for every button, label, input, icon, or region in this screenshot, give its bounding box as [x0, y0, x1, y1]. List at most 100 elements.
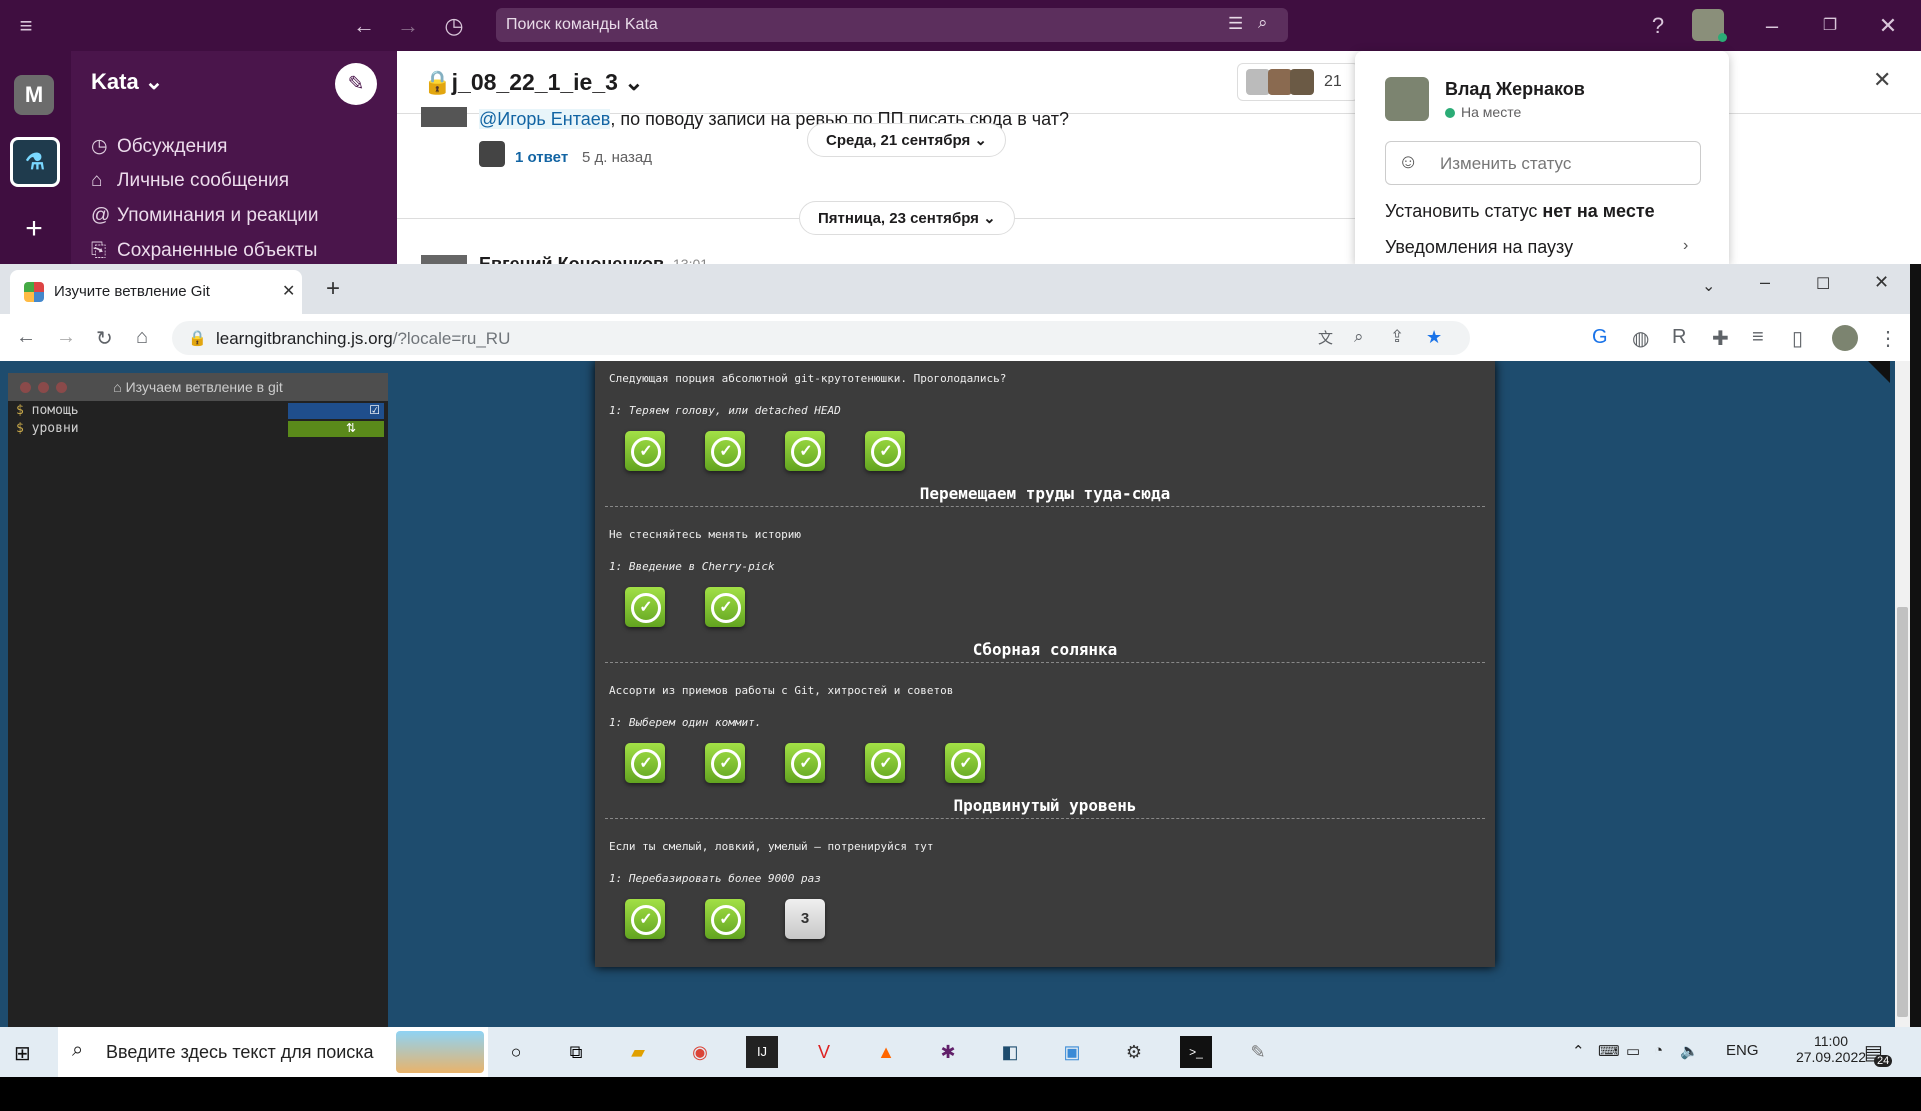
pause-notifications-item[interactable]: Уведомления на паузу	[1385, 237, 1573, 258]
level-completed-button[interactable]: ✓	[625, 743, 665, 783]
taskbar-search-input[interactable]: ⌕ Введите здесь текст для поиска	[58, 1027, 488, 1077]
help-icon[interactable]: ?	[1638, 0, 1678, 51]
level-completed-button[interactable]: ✓	[865, 743, 905, 783]
sidebar-item-saved[interactable]: ⎘ Сохраненные объекты	[91, 240, 317, 262]
remote-desktop-icon[interactable]: ▣	[1056, 1036, 1088, 1068]
r-extension-icon[interactable]: R	[1672, 326, 1686, 349]
back-icon[interactable]: ←	[16, 326, 36, 349]
start-icon[interactable]: ⊞	[14, 1041, 31, 1066]
replies-link[interactable]: 1 ответ	[515, 149, 568, 166]
level-completed-button[interactable]: ✓	[705, 431, 745, 471]
author-avatar[interactable]	[421, 255, 467, 264]
level-completed-button[interactable]: ✓	[785, 431, 825, 471]
extensions-icon[interactable]: ✚	[1712, 326, 1729, 351]
author-avatar[interactable]	[421, 107, 467, 127]
clock[interactable]: 11:00 27.09.2022	[1790, 1033, 1872, 1065]
reload-icon[interactable]: ↻	[96, 326, 113, 351]
scrollbar-thumb[interactable]	[1897, 607, 1908, 1017]
level-completed-button[interactable]: ✓	[705, 899, 745, 939]
tray-app-icon[interactable]: ⌨	[1598, 1042, 1620, 1060]
vertical-scrollbar[interactable]	[1895, 361, 1910, 1027]
tab-search-icon[interactable]: ⌄	[1702, 276, 1715, 296]
back-arrow-icon[interactable]: ←	[344, 0, 384, 51]
vlc-icon[interactable]: ▲	[870, 1036, 902, 1068]
level-completed-button[interactable]: ✓	[865, 431, 905, 471]
level-completed-button[interactable]: ✓	[785, 743, 825, 783]
globe-extension-icon[interactable]: ◍	[1632, 326, 1649, 351]
battery-icon[interactable]: ▭	[1626, 1042, 1640, 1060]
sidebar-item-mentions[interactable]: @ Упоминания и реакции	[91, 205, 319, 227]
cortana-icon[interactable]: ○	[500, 1036, 532, 1068]
sidebar-item-dms[interactable]: ⌂ Личные сообщения	[91, 170, 289, 192]
history-icon[interactable]: ◷	[434, 0, 474, 51]
forward-arrow-icon[interactable]: →	[388, 0, 428, 51]
tray-chevron-icon[interactable]: ⌃	[1572, 1042, 1585, 1060]
slack-search-input[interactable]: Поиск команды Kata ☰ ⌕	[496, 8, 1288, 42]
close-panel-icon[interactable]: ✕	[1873, 67, 1891, 93]
slack-icon[interactable]: ✱	[932, 1036, 964, 1068]
settings-icon[interactable]: ⚙	[1118, 1036, 1150, 1068]
level-completed-button[interactable]: ✓	[705, 587, 745, 627]
tab-learngitbranching[interactable]: Изучите ветвление Git ✕	[10, 270, 302, 314]
sidebar-item-threads[interactable]: ◷ Обсуждения	[91, 135, 227, 158]
terminal-icon[interactable]: >_	[1180, 1036, 1212, 1068]
zoom-icon[interactable]: ⌕	[1354, 327, 1364, 347]
language-indicator[interactable]: ENG	[1726, 1042, 1759, 1059]
level-pending-button[interactable]: 3	[785, 899, 825, 939]
bookmark-star-icon[interactable]: ★	[1426, 327, 1442, 348]
vscode-icon[interactable]: ◧	[994, 1036, 1026, 1068]
date-divider-pill[interactable]: Среда, 21 сентября ⌄	[807, 123, 1006, 157]
status-input[interactable]: ☺ Изменить статус	[1385, 141, 1701, 185]
new-tab-icon[interactable]: +	[326, 275, 340, 303]
share-icon[interactable]: ⇪	[1390, 327, 1404, 347]
filter-icon[interactable]: ☰	[1228, 14, 1243, 34]
network-icon[interactable]: ◔	[1654, 1042, 1663, 1059]
workspace-name[interactable]: Kata ⌄	[91, 69, 163, 95]
add-workspace-icon[interactable]: +	[14, 209, 54, 249]
minimize-icon[interactable]: –	[1760, 272, 1770, 293]
kebab-menu-icon[interactable]: ⋮	[1878, 326, 1898, 351]
volume-icon[interactable]: 🔈	[1680, 1042, 1699, 1060]
mention[interactable]: @Игорь Ентаев	[479, 109, 611, 129]
minimize-icon[interactable]: –	[1752, 0, 1792, 51]
close-dot[interactable]	[20, 382, 31, 393]
vivaldi-icon[interactable]: V	[808, 1036, 840, 1068]
task-view-icon[interactable]: ⧉	[560, 1036, 592, 1068]
intellij-icon[interactable]: IJ	[746, 1036, 778, 1068]
kata-workspace-icon[interactable]: ⚗	[10, 137, 60, 187]
chrome-icon[interactable]: ◉	[684, 1036, 716, 1068]
ribbon-corner[interactable]	[1868, 361, 1890, 383]
tab-close-icon[interactable]: ✕	[282, 281, 295, 301]
search-icon[interactable]: ⌕	[1258, 13, 1268, 33]
restore-icon[interactable]: ❐	[1810, 0, 1850, 51]
zoom-dot[interactable]	[56, 382, 67, 393]
next-author[interactable]: Евгений Кононенков	[479, 254, 664, 264]
workspace-m-button[interactable]: M	[14, 75, 54, 115]
home-icon[interactable]: ⌂	[136, 326, 148, 349]
media-icon[interactable]: ≡	[1752, 326, 1764, 349]
maximize-icon[interactable]: ☐	[1816, 274, 1830, 294]
translate-icon[interactable]: 文	[1318, 327, 1333, 348]
level-completed-button[interactable]: ✓	[625, 431, 665, 471]
google-translate-extension-icon[interactable]: G	[1592, 326, 1608, 349]
minimize-dot[interactable]	[38, 382, 49, 393]
level-completed-button[interactable]: ✓	[945, 743, 985, 783]
paint-icon[interactable]: ✎	[1242, 1036, 1274, 1068]
date-divider-pill[interactable]: Пятница, 23 сентября ⌄	[799, 201, 1015, 235]
members-button[interactable]: 21	[1237, 63, 1359, 101]
level-completed-button[interactable]: ✓	[625, 899, 665, 939]
address-bar[interactable]: 🔒 learngitbranching.js.org/?locale=ru_RU…	[172, 321, 1470, 355]
compose-icon[interactable]: ✎	[335, 63, 377, 105]
level-completed-button[interactable]: ✓	[705, 743, 745, 783]
file-explorer-icon[interactable]: ▰	[622, 1036, 654, 1068]
close-icon[interactable]: ✕	[1868, 0, 1908, 51]
member-avatar	[1268, 69, 1292, 95]
side-panel-icon[interactable]: ▯	[1792, 326, 1803, 351]
level-completed-button[interactable]: ✓	[625, 587, 665, 627]
channel-name[interactable]: 🔒j_08_22_1_ie_3 ⌄	[423, 69, 644, 96]
profile-avatar[interactable]	[1832, 325, 1858, 351]
menu-icon[interactable]: ≡	[6, 0, 46, 51]
forward-icon[interactable]: →	[56, 326, 76, 349]
set-away-item[interactable]: Установить статус нет на месте	[1385, 201, 1655, 222]
close-icon[interactable]: ✕	[1874, 272, 1889, 293]
